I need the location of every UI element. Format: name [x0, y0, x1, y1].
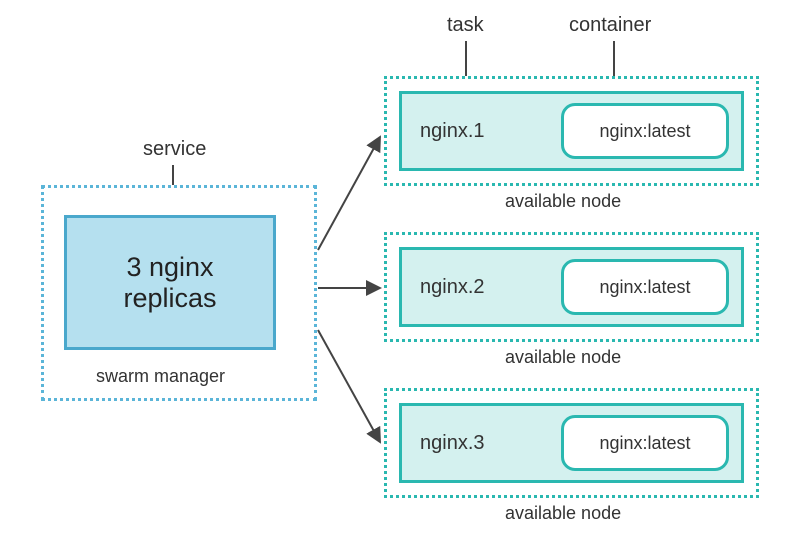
task-label: task	[447, 14, 484, 37]
node-inner-3: nginx.3 nginx:latest	[399, 403, 744, 483]
task-text-1: nginx.1	[420, 120, 485, 143]
container-box-1: nginx:latest	[561, 103, 729, 159]
arrow-1	[318, 137, 380, 250]
available-node-label-1: available node	[505, 191, 621, 212]
service-box: 3 nginx replicas	[64, 215, 276, 350]
container-text-3: nginx:latest	[599, 433, 690, 454]
container-box-3: nginx:latest	[561, 415, 729, 471]
node-inner-2: nginx.2 nginx:latest	[399, 247, 744, 327]
task-text-3: nginx.3	[420, 432, 485, 455]
available-node-label-3: available node	[505, 503, 621, 524]
task-text-2: nginx.2	[420, 276, 485, 299]
available-node-label-2: available node	[505, 347, 621, 368]
node-inner-1: nginx.1 nginx:latest	[399, 91, 744, 171]
container-text-2: nginx:latest	[599, 277, 690, 298]
service-label: service	[143, 138, 206, 161]
arrow-3	[318, 330, 380, 442]
container-label: container	[569, 14, 651, 37]
swarm-manager-label: swarm manager	[96, 366, 225, 387]
container-text-1: nginx:latest	[599, 121, 690, 142]
service-text: 3 nginx replicas	[123, 252, 216, 314]
container-box-2: nginx:latest	[561, 259, 729, 315]
